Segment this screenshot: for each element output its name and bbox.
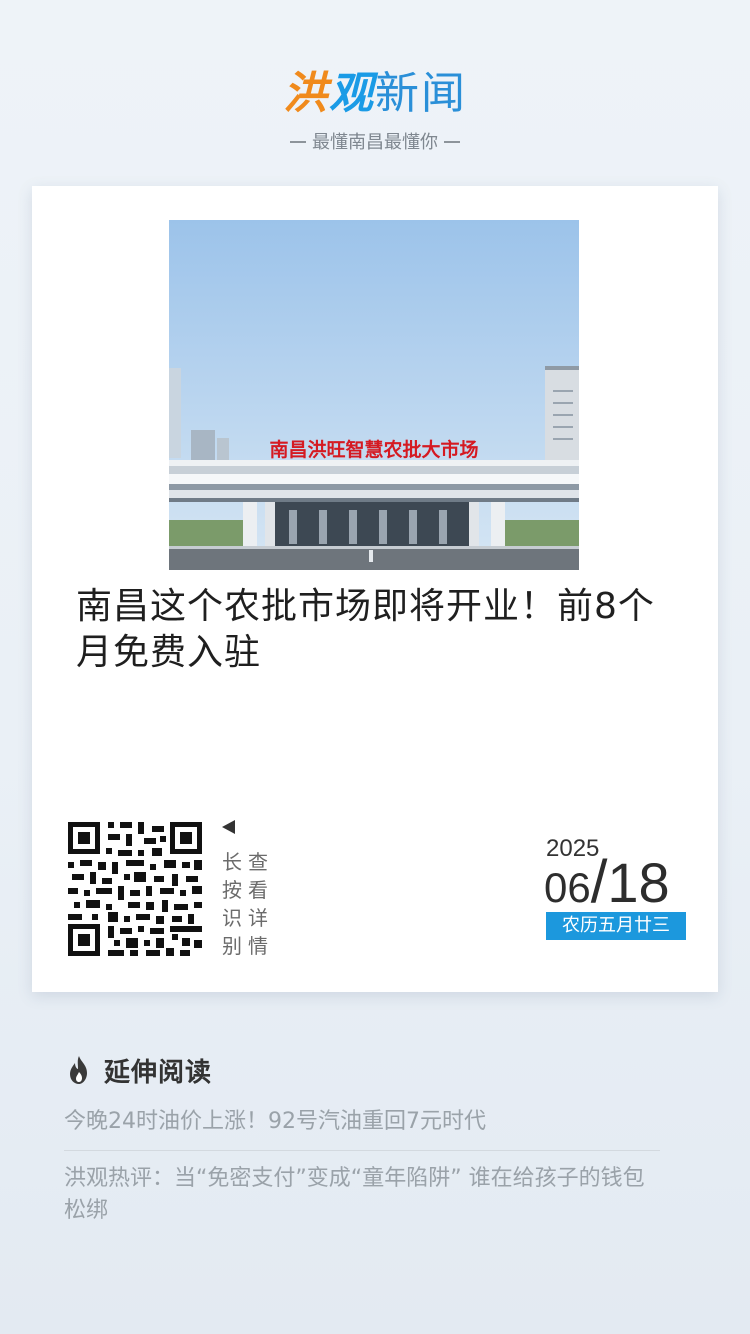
logo-char-2: 观 xyxy=(329,68,375,119)
qr-hint: 长按识别 查看详情 xyxy=(222,820,282,960)
slogan: 最懂南昌最懂你 xyxy=(0,128,750,154)
article-headline: 南昌这个农批市场即将开业！前8个月免费入驻 xyxy=(76,586,655,673)
share-card: 南昌洪旺智慧农批大市场 南昌这个农批市场即将开业！前8个月免费入驻 长按识别 查… xyxy=(32,186,718,992)
qr-code[interactable] xyxy=(68,822,202,956)
date-day: 18 xyxy=(607,851,670,914)
date-slash: / xyxy=(590,848,608,915)
related-item[interactable]: 洪观热评：当“免密支付”变成“童年陷阱” 谁在给孩子的钱包松绑 xyxy=(64,1150,660,1239)
arrow-left-icon xyxy=(222,820,235,834)
logo-char-3: 新闻 xyxy=(375,68,467,119)
qr-hint-col-1: 长按识别 xyxy=(222,850,242,958)
lunar-date-badge: 农历五月廿三 xyxy=(546,912,686,940)
date-month: 06 xyxy=(544,864,591,911)
slogan-text: 最懂南昌最懂你 xyxy=(312,132,438,153)
gate-sign-text: 南昌洪旺智慧农批大市场 xyxy=(269,438,478,461)
fire-icon xyxy=(70,1056,87,1084)
related-reading-header: 延伸阅读 xyxy=(66,1052,212,1088)
logo-char-1: 洪 xyxy=(283,68,329,119)
slogan-dash-left xyxy=(290,140,306,143)
qr-hint-col-2: 查看详情 xyxy=(248,850,268,958)
related-item[interactable]: 今晚24时油价上涨！92号汽油重回7元时代 xyxy=(64,1104,660,1150)
slogan-dash-right xyxy=(444,140,460,143)
article-photo: 南昌洪旺智慧农批大市场 xyxy=(169,220,579,570)
app-logo: 洪观新闻 xyxy=(0,66,750,122)
related-list: 今晚24时油价上涨！92号汽油重回7元时代 洪观热评：当“免密支付”变成“童年陷… xyxy=(64,1104,660,1239)
related-reading-title: 延伸阅读 xyxy=(104,1057,213,1088)
